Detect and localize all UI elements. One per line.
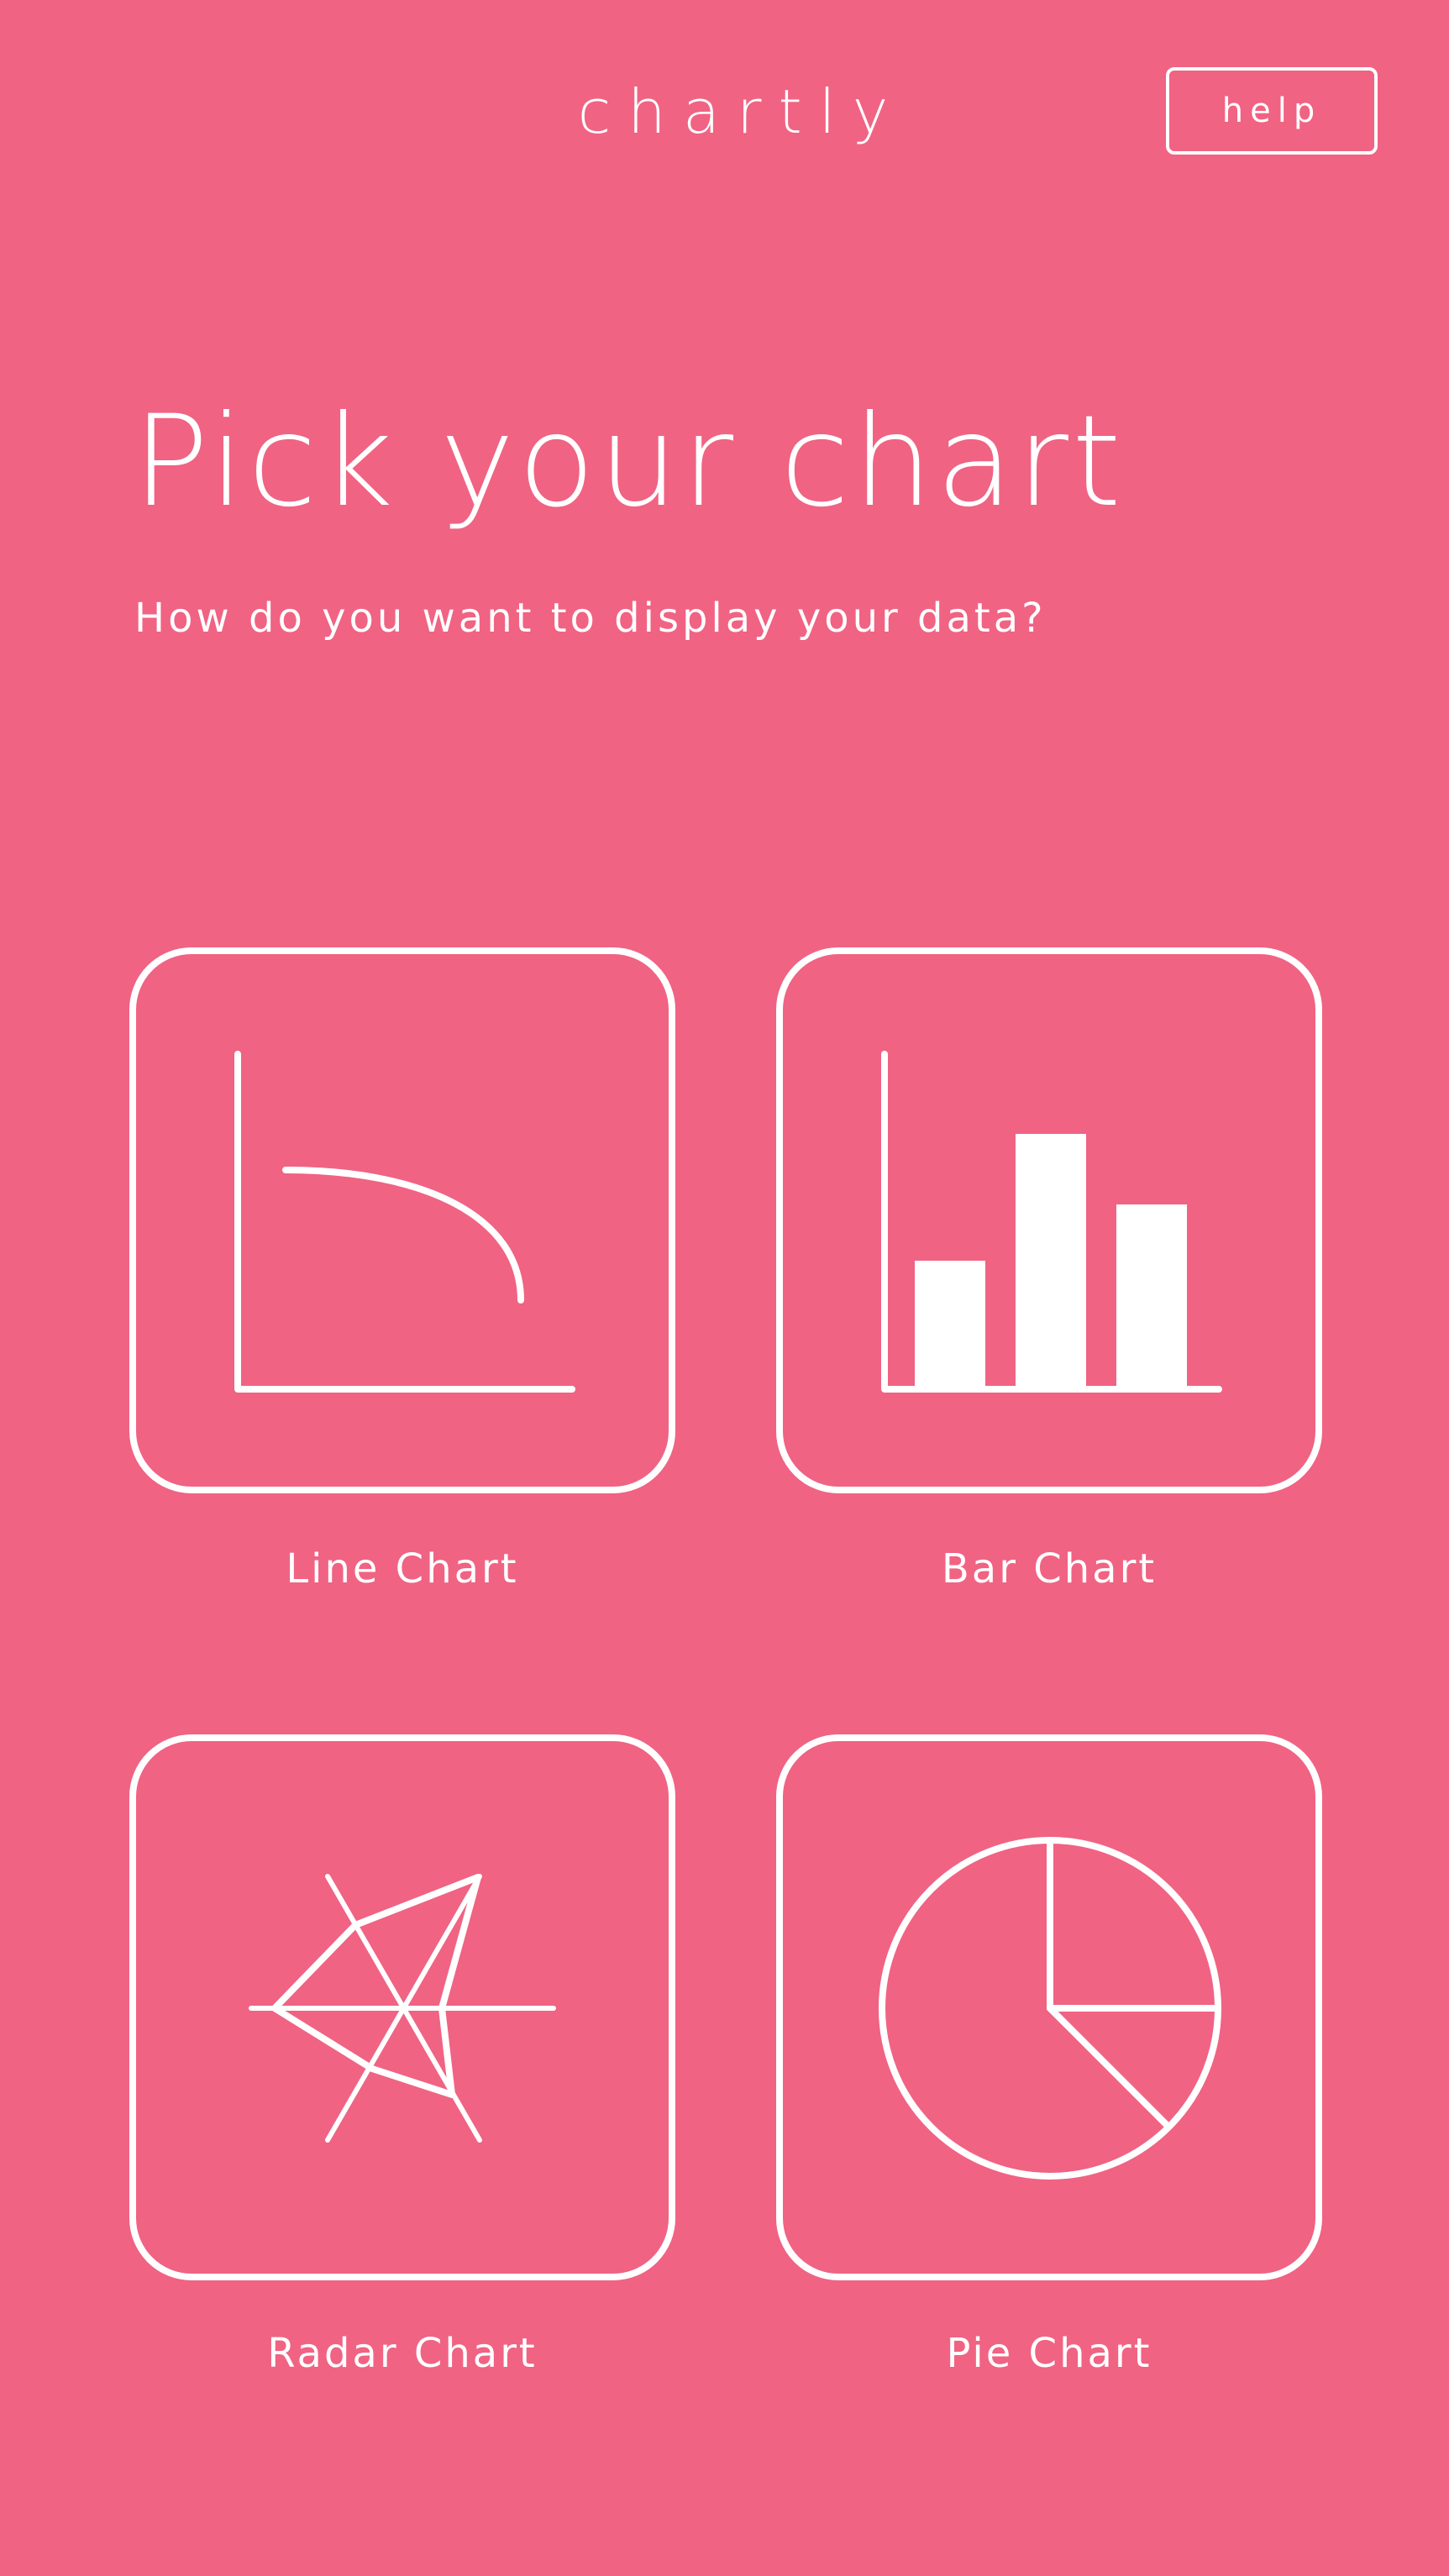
pie-chart-card[interactable] [776, 1734, 1322, 2280]
radar-chart-label[interactable]: Radar Chart [129, 2328, 675, 2379]
help-button[interactable]: help [1166, 67, 1378, 155]
line-chart-label[interactable]: Line Chart [129, 1544, 675, 1594]
page-title: Pick your chart [133, 389, 1125, 535]
bar-chart-card[interactable] [776, 947, 1322, 1493]
radar-chart-card[interactable] [129, 1734, 675, 2280]
radar-chart-icon [249, 1874, 556, 2143]
pie-chart-label[interactable]: Pie Chart [776, 2328, 1322, 2379]
line-chart-icon [234, 1051, 575, 1393]
page-subtitle: How do you want to display your data? [134, 595, 1047, 642]
bar-chart-icon [881, 1051, 1222, 1393]
bar-chart-label[interactable]: Bar Chart [776, 1544, 1322, 1594]
pie-chart-icon [879, 1837, 1221, 2180]
line-chart-card[interactable] [129, 947, 675, 1493]
